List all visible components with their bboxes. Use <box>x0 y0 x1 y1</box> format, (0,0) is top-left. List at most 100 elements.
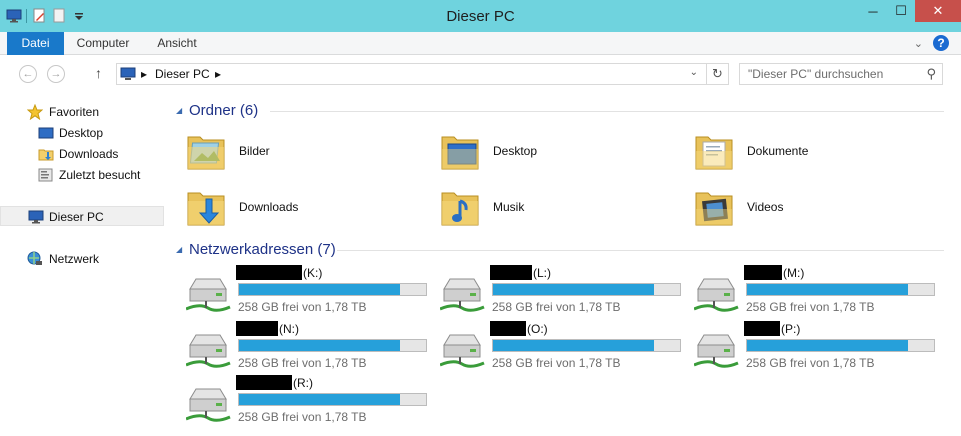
network-drive-icon <box>693 331 740 371</box>
breadcrumb-separator-icon[interactable]: ▸ <box>215 67 221 81</box>
network-drive-item[interactable]: (N:) 258 GB frei von 1,78 TB <box>170 321 427 373</box>
help-icon[interactable]: ? <box>933 35 949 51</box>
network-drive-item[interactable]: (M:) 258 GB frei von 1,78 TB <box>678 265 935 317</box>
breadcrumb-separator-icon: ▸ <box>141 67 148 81</box>
redacted-drive-name <box>744 265 782 280</box>
drive-letter: (P:) <box>781 322 801 336</box>
downloads-icon <box>38 146 54 162</box>
drive-free-space: 258 GB frei von 1,78 TB <box>492 356 621 370</box>
capacity-bar-fill <box>239 340 400 351</box>
music-folder-icon <box>440 185 480 229</box>
network-icon <box>27 251 43 267</box>
drive-letter: (N:) <box>279 322 299 336</box>
group-header-ordner[interactable]: ◢ Ordner (6) <box>174 101 944 121</box>
network-drive-icon <box>439 331 486 371</box>
group-header-netzwerkadressen[interactable]: ◢ Netzwerkadressen (7) <box>174 240 944 260</box>
folder-item-dokumente[interactable]: Dokumente <box>678 127 918 177</box>
drive-free-space: 258 GB frei von 1,78 TB <box>746 300 875 314</box>
group-divider <box>270 111 944 112</box>
tab-computer[interactable]: Computer <box>72 32 134 55</box>
minimize-button[interactable]: ─ <box>859 0 887 22</box>
sidebar-item-zuletzt-besucht[interactable]: Zuletzt besucht <box>0 165 164 185</box>
capacity-bar <box>238 283 427 296</box>
drive-free-space: 258 GB frei von 1,78 TB <box>746 356 875 370</box>
network-drive-icon <box>693 275 740 315</box>
window-title: Dieser PC <box>446 8 515 25</box>
capacity-bar <box>238 339 427 352</box>
sidebar-item-label: Favoriten <box>49 105 100 119</box>
group-title: Netzwerkadressen (7) <box>189 241 336 258</box>
redacted-drive-name <box>236 375 292 390</box>
drive-free-space: 258 GB frei von 1,78 TB <box>492 300 621 314</box>
maximize-button[interactable]: ☐ <box>887 0 915 22</box>
recent-places-icon <box>38 167 54 183</box>
collapse-caret-icon[interactable]: ◢ <box>176 106 182 115</box>
expand-ribbon-icon[interactable]: ⌄ <box>914 37 923 50</box>
redacted-drive-name <box>490 321 526 336</box>
address-row: ← → ↑ ▸ Dieser PC ▸ ⌄ ↻ "Dieser PC" durc… <box>0 55 961 93</box>
sidebar-item-label: Zuletzt besucht <box>59 168 141 182</box>
search-placeholder: "Dieser PC" durchsuchen <box>748 67 884 81</box>
network-drive-icon <box>185 275 232 315</box>
network-drive-item[interactable]: (O:) 258 GB frei von 1,78 TB <box>424 321 681 373</box>
capacity-bar <box>746 283 935 296</box>
network-drive-item[interactable]: (P:) 258 GB frei von 1,78 TB <box>678 321 935 373</box>
group-divider <box>337 250 944 251</box>
drive-free-space: 258 GB frei von 1,78 TB <box>238 300 367 314</box>
network-drive-item[interactable]: (K:) 258 GB frei von 1,78 TB <box>170 265 427 317</box>
content-area: ◢ Ordner (6) Bilder Desktop Dokumente Do… <box>170 93 961 436</box>
back-button[interactable]: ← <box>19 65 37 83</box>
sidebar-item-label: Dieser PC <box>49 210 104 224</box>
videos-folder-icon <box>694 185 734 229</box>
up-button[interactable]: ↑ <box>95 65 102 81</box>
folder-name: Videos <box>747 200 784 214</box>
search-icon[interactable]: ⚲ <box>926 66 936 82</box>
refresh-button[interactable]: ↻ <box>706 64 728 84</box>
computer-icon <box>28 209 44 225</box>
folder-name: Bilder <box>239 144 270 158</box>
folder-name: Dokumente <box>747 144 809 158</box>
sidebar-item-dieser-pc[interactable]: Dieser PC <box>0 206 164 226</box>
collapse-caret-icon[interactable]: ◢ <box>176 245 182 254</box>
capacity-bar-fill <box>493 340 654 351</box>
breadcrumb-dieser-pc[interactable]: Dieser PC <box>155 67 210 81</box>
capacity-bar-fill <box>747 340 908 351</box>
folder-name: Musik <box>493 200 525 214</box>
folder-item-downloads[interactable]: Downloads <box>170 183 410 233</box>
ribbon-tab-bar: Datei Computer Ansicht ⌄ ? <box>0 32 961 55</box>
network-drive-item[interactable]: (R:) 258 GB frei von 1,78 TB <box>170 375 427 427</box>
tab-ansicht[interactable]: Ansicht <box>150 32 204 55</box>
folder-item-desktop[interactable]: Desktop <box>424 127 664 177</box>
navigation-pane: Favoriten Desktop Downloads Zuletzt besu… <box>0 93 166 436</box>
capacity-bar-fill <box>239 394 400 405</box>
folder-item-videos[interactable]: Videos <box>678 183 918 233</box>
address-bar[interactable]: ▸ Dieser PC ▸ ⌄ ↻ <box>116 63 729 85</box>
network-drive-item[interactable]: (L:) 258 GB frei von 1,78 TB <box>424 265 681 317</box>
redacted-drive-name <box>744 321 780 336</box>
drive-letter: (O:) <box>527 322 548 336</box>
capacity-bar <box>746 339 935 352</box>
sidebar-item-netzwerk[interactable]: Netzwerk <box>0 249 164 269</box>
drive-letter: (L:) <box>533 266 551 280</box>
sidebar-item-favoriten[interactable]: Favoriten <box>0 102 164 122</box>
forward-button[interactable]: → <box>47 65 65 83</box>
sidebar-item-downloads[interactable]: Downloads <box>0 144 164 164</box>
folder-item-musik[interactable]: Musik <box>424 183 664 233</box>
address-dropdown-icon[interactable]: ⌄ <box>690 67 698 78</box>
search-input[interactable]: "Dieser PC" durchsuchen ⚲ <box>739 63 943 85</box>
drive-free-space: 258 GB frei von 1,78 TB <box>238 410 367 424</box>
folder-item-bilder[interactable]: Bilder <box>170 127 410 177</box>
folder-name: Downloads <box>239 200 299 214</box>
close-button[interactable]: ✕ <box>915 0 961 22</box>
drive-letter: (R:) <box>293 376 313 390</box>
pictures-folder-icon <box>186 129 226 173</box>
desktop-icon <box>38 125 54 141</box>
sidebar-item-desktop[interactable]: Desktop <box>0 123 164 143</box>
drive-free-space: 258 GB frei von 1,78 TB <box>238 356 367 370</box>
tab-datei[interactable]: Datei <box>7 32 64 55</box>
drive-letter: (K:) <box>303 266 323 280</box>
sidebar-item-label: Desktop <box>59 126 104 140</box>
redacted-drive-name <box>490 265 532 280</box>
downloads-folder-icon <box>186 185 226 229</box>
sidebar-item-label: Downloads <box>59 147 119 161</box>
